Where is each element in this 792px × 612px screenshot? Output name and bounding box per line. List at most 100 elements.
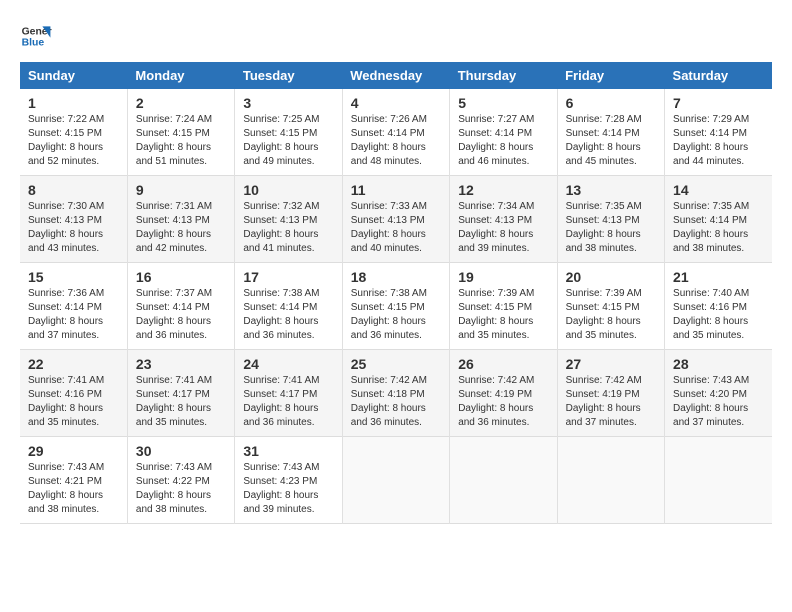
day-number: 11 — [351, 182, 441, 198]
calendar-cell: 18 Sunrise: 7:38 AMSunset: 4:15 PMDayligh… — [342, 263, 449, 350]
cell-info: Sunrise: 7:25 AMSunset: 4:15 PMDaylight:… — [243, 114, 319, 167]
calendar-cell — [450, 437, 557, 524]
calendar-cell: 22 Sunrise: 7:41 AMSunset: 4:16 PMDayligh… — [20, 350, 127, 437]
calendar-cell: 23Sunrise: 7:41 AMSunset: 4:17 PMDayligh… — [127, 350, 234, 437]
calendar-cell: 15Sunrise: 7:36 AMSunset: 4:14 PMDayligh… — [20, 263, 127, 350]
day-number: 10 — [243, 182, 333, 198]
calendar-cell: 5 Sunrise: 7:27 AMSunset: 4:14 PMDaylight… — [450, 89, 557, 176]
calendar-cell — [342, 437, 449, 524]
header-sunday: Sunday — [20, 62, 127, 89]
calendar-header-row: SundayMondayTuesdayWednesdayThursdayFrid… — [20, 62, 772, 89]
header-tuesday: Tuesday — [235, 62, 342, 89]
day-number: 21 — [673, 269, 764, 285]
calendar-cell: 20Sunrise: 7:39 AMSunset: 4:15 PMDayligh… — [557, 263, 664, 350]
cell-info: Sunrise: 7:27 AMSunset: 4:14 PMDaylight:… — [458, 114, 534, 167]
day-number: 5 — [458, 95, 548, 111]
day-number: 17 — [243, 269, 333, 285]
logo: General Blue — [20, 20, 52, 52]
day-number: 4 — [351, 95, 441, 111]
calendar-cell: 17 Sunrise: 7:38 AMSunset: 4:14 PMDayligh… — [235, 263, 342, 350]
day-number: 13 — [566, 182, 656, 198]
cell-info: Sunrise: 7:43 AMSunset: 4:20 PMDaylight:… — [673, 375, 749, 428]
cell-info: Sunrise: 7:43 AMSunset: 4:22 PMDaylight:… — [136, 462, 212, 515]
cell-info: Sunrise: 7:30 AMSunset: 4:13 PMDaylight:… — [28, 201, 104, 254]
header-saturday: Saturday — [665, 62, 772, 89]
cell-info: Sunrise: 7:39 AMSunset: 4:15 PMDaylight:… — [566, 288, 642, 341]
calendar-cell: 3 Sunrise: 7:25 AMSunset: 4:15 PMDaylight… — [235, 89, 342, 176]
calendar-cell: 29Sunrise: 7:43 AMSunset: 4:21 PMDayligh… — [20, 437, 127, 524]
svg-text:Blue: Blue — [22, 38, 45, 49]
day-number: 1 — [28, 95, 119, 111]
cell-info: Sunrise: 7:28 AMSunset: 4:14 PMDaylight:… — [566, 114, 642, 167]
cell-info: Sunrise: 7:35 AMSunset: 4:14 PMDaylight:… — [673, 201, 749, 254]
calendar-cell: 11 Sunrise: 7:33 AMSunset: 4:13 PMDayligh… — [342, 176, 449, 263]
day-number: 19 — [458, 269, 548, 285]
day-number: 8 — [28, 182, 119, 198]
cell-info: Sunrise: 7:43 AMSunset: 4:23 PMDaylight:… — [243, 462, 319, 515]
cell-info: Sunrise: 7:42 AMSunset: 4:19 PMDaylight:… — [458, 375, 534, 428]
cell-info: Sunrise: 7:33 AMSunset: 4:13 PMDaylight:… — [351, 201, 427, 254]
day-number: 30 — [136, 443, 226, 459]
cell-info: Sunrise: 7:32 AMSunset: 4:13 PMDaylight:… — [243, 201, 319, 254]
day-number: 29 — [28, 443, 119, 459]
calendar-cell: 7 Sunrise: 7:29 AMSunset: 4:14 PMDaylight… — [665, 89, 772, 176]
cell-info: Sunrise: 7:41 AMSunset: 4:17 PMDaylight:… — [243, 375, 319, 428]
calendar-cell: 14 Sunrise: 7:35 AMSunset: 4:14 PMDayligh… — [665, 176, 772, 263]
header-monday: Monday — [127, 62, 234, 89]
week-row-3: 15Sunrise: 7:36 AMSunset: 4:14 PMDayligh… — [20, 263, 772, 350]
calendar-cell: 24 Sunrise: 7:41 AMSunset: 4:17 PMDayligh… — [235, 350, 342, 437]
day-number: 7 — [673, 95, 764, 111]
calendar-cell — [665, 437, 772, 524]
cell-info: Sunrise: 7:41 AMSunset: 4:16 PMDaylight:… — [28, 375, 104, 428]
calendar-cell — [557, 437, 664, 524]
calendar-cell: 16Sunrise: 7:37 AMSunset: 4:14 PMDayligh… — [127, 263, 234, 350]
cell-info: Sunrise: 7:37 AMSunset: 4:14 PMDaylight:… — [136, 288, 212, 341]
day-number: 26 — [458, 356, 548, 372]
calendar-cell: 19 Sunrise: 7:39 AMSunset: 4:15 PMDayligh… — [450, 263, 557, 350]
calendar-table: SundayMondayTuesdayWednesdayThursdayFrid… — [20, 62, 772, 524]
day-number: 6 — [566, 95, 656, 111]
week-row-2: 8 Sunrise: 7:30 AMSunset: 4:13 PMDaylight… — [20, 176, 772, 263]
calendar-cell: 30 Sunrise: 7:43 AMSunset: 4:22 PMDayligh… — [127, 437, 234, 524]
week-row-5: 29Sunrise: 7:43 AMSunset: 4:21 PMDayligh… — [20, 437, 772, 524]
day-number: 25 — [351, 356, 441, 372]
logo-icon: General Blue — [20, 20, 52, 52]
header-wednesday: Wednesday — [342, 62, 449, 89]
cell-info: Sunrise: 7:39 AMSunset: 4:15 PMDaylight:… — [458, 288, 534, 341]
cell-info: Sunrise: 7:22 AMSunset: 4:15 PMDaylight:… — [28, 114, 104, 167]
day-number: 24 — [243, 356, 333, 372]
cell-info: Sunrise: 7:34 AMSunset: 4:13 PMDaylight:… — [458, 201, 534, 254]
day-number: 22 — [28, 356, 119, 372]
calendar-cell: 26 Sunrise: 7:42 AMSunset: 4:19 PMDayligh… — [450, 350, 557, 437]
calendar-cell: 28Sunrise: 7:43 AMSunset: 4:20 PMDayligh… — [665, 350, 772, 437]
cell-info: Sunrise: 7:31 AMSunset: 4:13 PMDaylight:… — [136, 201, 212, 254]
calendar-cell: 4 Sunrise: 7:26 AMSunset: 4:14 PMDaylight… — [342, 89, 449, 176]
day-number: 12 — [458, 182, 548, 198]
cell-info: Sunrise: 7:38 AMSunset: 4:14 PMDaylight:… — [243, 288, 319, 341]
calendar-cell: 25 Sunrise: 7:42 AMSunset: 4:18 PMDayligh… — [342, 350, 449, 437]
calendar-cell: 2 Sunrise: 7:24 AMSunset: 4:15 PMDaylight… — [127, 89, 234, 176]
week-row-4: 22 Sunrise: 7:41 AMSunset: 4:16 PMDayligh… — [20, 350, 772, 437]
day-number: 3 — [243, 95, 333, 111]
calendar-cell: 6 Sunrise: 7:28 AMSunset: 4:14 PMDaylight… — [557, 89, 664, 176]
cell-info: Sunrise: 7:26 AMSunset: 4:14 PMDaylight:… — [351, 114, 427, 167]
cell-info: Sunrise: 7:42 AMSunset: 4:18 PMDaylight:… — [351, 375, 427, 428]
day-number: 27 — [566, 356, 656, 372]
calendar-cell: 1 Sunrise: 7:22 AMSunset: 4:15 PMDaylight… — [20, 89, 127, 176]
cell-info: Sunrise: 7:36 AMSunset: 4:14 PMDaylight:… — [28, 288, 104, 341]
day-number: 23 — [136, 356, 226, 372]
day-number: 2 — [136, 95, 226, 111]
page-header: General Blue — [20, 20, 772, 52]
calendar-cell: 12 Sunrise: 7:34 AMSunset: 4:13 PMDayligh… — [450, 176, 557, 263]
calendar-cell: 21Sunrise: 7:40 AMSunset: 4:16 PMDayligh… — [665, 263, 772, 350]
cell-info: Sunrise: 7:29 AMSunset: 4:14 PMDaylight:… — [673, 114, 749, 167]
cell-info: Sunrise: 7:38 AMSunset: 4:15 PMDaylight:… — [351, 288, 427, 341]
header-thursday: Thursday — [450, 62, 557, 89]
cell-info: Sunrise: 7:35 AMSunset: 4:13 PMDaylight:… — [566, 201, 642, 254]
cell-info: Sunrise: 7:24 AMSunset: 4:15 PMDaylight:… — [136, 114, 212, 167]
day-number: 9 — [136, 182, 226, 198]
day-number: 18 — [351, 269, 441, 285]
day-number: 14 — [673, 182, 764, 198]
calendar-cell: 8 Sunrise: 7:30 AMSunset: 4:13 PMDaylight… — [20, 176, 127, 263]
calendar-cell: 9 Sunrise: 7:31 AMSunset: 4:13 PMDaylight… — [127, 176, 234, 263]
